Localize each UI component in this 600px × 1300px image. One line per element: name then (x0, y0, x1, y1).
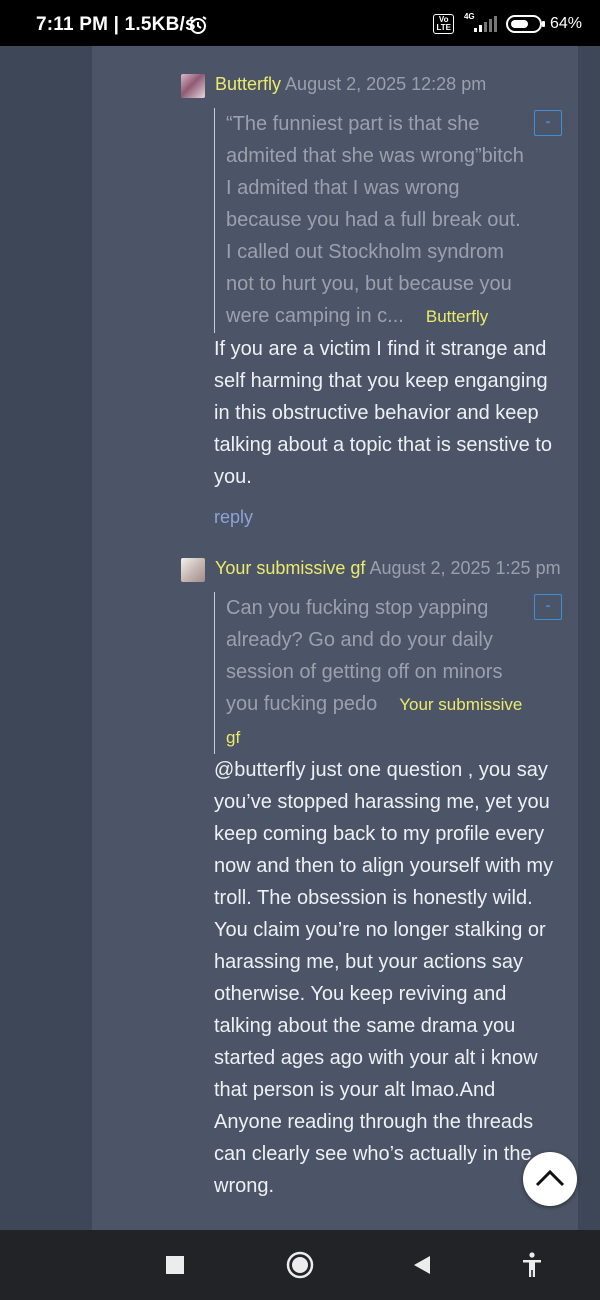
collapse-quote-button[interactable]: - (534, 594, 562, 620)
chevron-up-icon (535, 1169, 565, 1187)
comment-date: August 2, 2025 12:28 pm (285, 74, 487, 94)
accessibility-icon (523, 1252, 541, 1277)
reply-link[interactable]: reply (214, 507, 566, 528)
volte-icon: Vo LTE (433, 14, 454, 34)
circle-icon (286, 1251, 314, 1279)
signal-icon: 4G (462, 12, 498, 34)
triangle-left-icon (414, 1256, 430, 1274)
square-icon (166, 1256, 184, 1274)
comment-date: August 2, 2025 1:25 pm (369, 558, 561, 578)
accessibility-button[interactable] (512, 1245, 552, 1285)
quote-author[interactable]: Butterfly (426, 307, 488, 326)
comment-author[interactable]: Butterfly (215, 74, 281, 94)
comment-meta: Butterfly August 2, 2025 12:28 pm (215, 68, 486, 100)
comment-header: Your submissive gf August 2, 2025 1:25 p… (181, 552, 566, 584)
comments-page[interactable]: Butterfly August 2, 2025 12:28 pm “The f… (0, 46, 600, 1230)
alarm-icon (188, 15, 208, 40)
battery-percent: 64% (549, 15, 582, 32)
home-button[interactable] (280, 1245, 320, 1285)
back-button[interactable] (402, 1245, 442, 1285)
comment-body: If you are a victim I find it strange an… (214, 338, 552, 488)
avatar[interactable] (181, 74, 205, 98)
status-time-speed: 7:11 PM | 1.5KB/s (36, 14, 196, 35)
comment-header: Butterfly August 2, 2025 12:28 pm (181, 68, 566, 100)
comment-author[interactable]: Your submissive gf (215, 558, 365, 578)
quote-text: “The funniest part is that she admited t… (226, 113, 524, 327)
scroll-to-top-button[interactable] (523, 1152, 577, 1206)
quoted-comment: Can you fucking stop yapping already? Go… (214, 592, 566, 754)
battery-icon (505, 15, 545, 33)
comment-body: @butterfly just one question , you say y… (214, 759, 554, 1197)
comment-meta: Your submissive gf August 2, 2025 1:25 p… (215, 552, 561, 584)
quoted-comment: “The funniest part is that she admited t… (214, 108, 566, 333)
avatar[interactable] (181, 558, 205, 582)
collapse-quote-button[interactable]: - (534, 110, 562, 136)
status-bar: 7:11 PM | 1.5KB/s Vo LTE 4G 64% (0, 0, 600, 46)
navigation-bar (0, 1230, 600, 1300)
comment: Your submissive gf August 2, 2025 1:25 p… (181, 552, 566, 1202)
comment: Butterfly August 2, 2025 12:28 pm “The f… (181, 68, 566, 528)
recents-button[interactable] (155, 1245, 195, 1285)
